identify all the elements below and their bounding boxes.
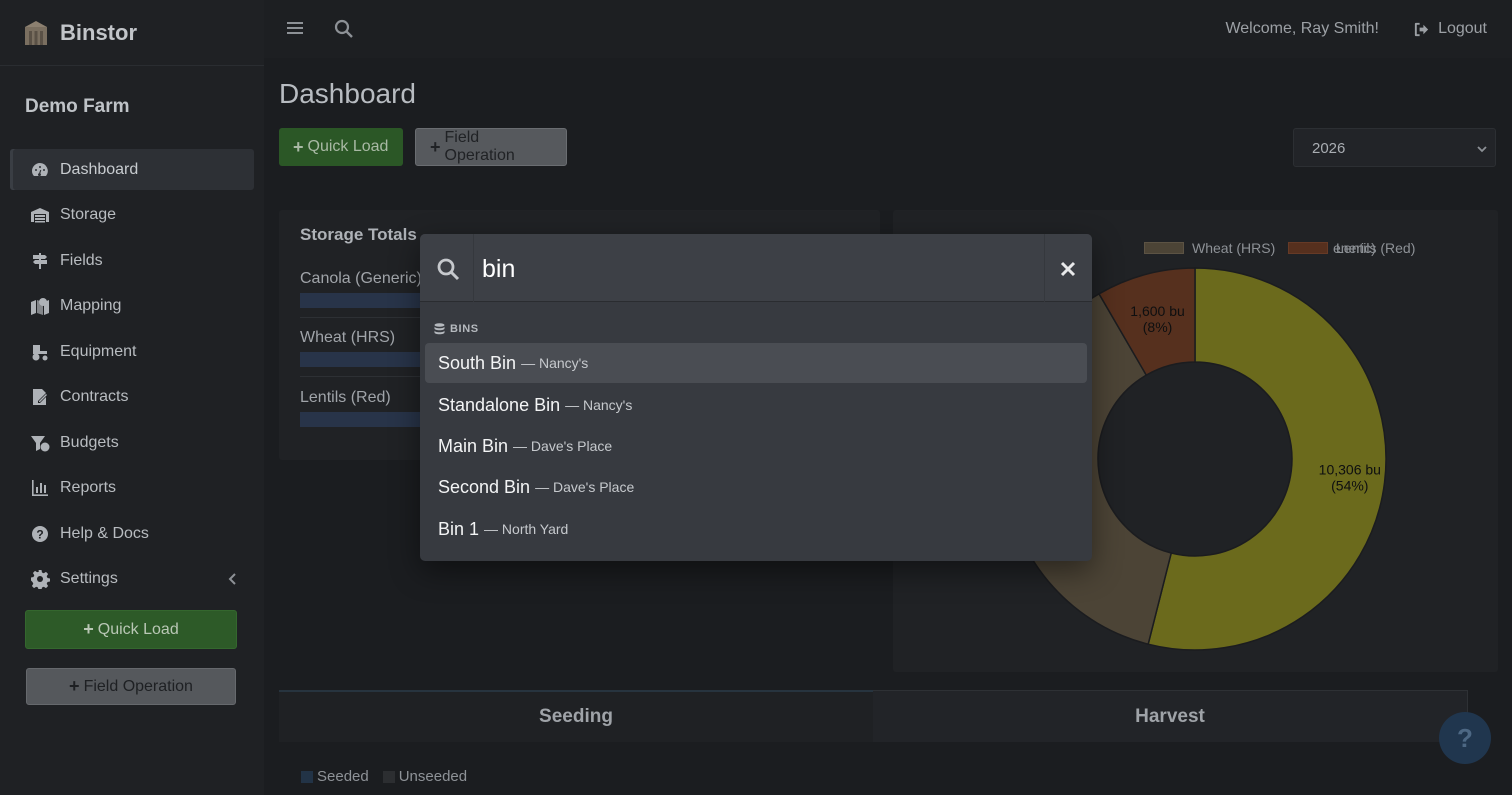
sidebar-item-budgets[interactable]: Budgets — [10, 422, 254, 463]
logout-label: Logout — [1438, 20, 1487, 37]
pie-data-label: 1,600 bu — [1130, 303, 1185, 319]
result-location: — Nancy's — [565, 397, 633, 413]
database-icon — [434, 323, 445, 335]
close-icon — [1060, 261, 1076, 277]
result-name: Second Bin — [438, 476, 531, 497]
result-location: — Nancy's — [521, 355, 589, 371]
result-name: South Bin — [438, 352, 517, 373]
sidebar-item-equipment[interactable]: Equipment — [10, 331, 254, 372]
result-name: Main Bin — [438, 435, 509, 456]
logout-link[interactable]: Logout — [1413, 20, 1487, 38]
sidebar-item-label: Mapping — [60, 297, 122, 314]
search-bar — [420, 234, 1092, 302]
result-location: — North Yard — [484, 521, 569, 537]
tab-seeding[interactable]: Seeding — [279, 690, 873, 742]
result-name: Bin 1 — [438, 518, 480, 539]
brand[interactable]: Binstor — [0, 0, 264, 66]
sidebar-item-label: Reports — [60, 479, 117, 496]
sidebar-item-help[interactable]: ? Help & Docs — [10, 513, 254, 554]
sidebar: Binstor Demo Farm Dashboard Storage Fiel… — [0, 0, 264, 795]
sidebar-item-dashboard[interactable]: Dashboard — [10, 149, 254, 190]
sidebar-item-fields[interactable]: Fields — [10, 240, 254, 281]
search-modal: BINS South Bin — Nancy's Standalone Bin … — [420, 234, 1092, 561]
sidebar-item-label: Budgets — [60, 433, 119, 451]
search-result-item[interactable]: Bin 1 — North Yard — [425, 509, 1087, 549]
contract-icon — [29, 386, 51, 408]
sidebar-item-storage[interactable]: Storage — [10, 195, 254, 236]
close-search-button[interactable] — [1055, 256, 1081, 282]
pie-data-label: 10,306 bu — [1319, 461, 1381, 477]
search-result-item[interactable]: South Bin — Nancy's — [425, 343, 1087, 383]
button-label: Field Operation — [83, 677, 193, 695]
hamburger-menu-icon[interactable] — [286, 19, 304, 37]
question-circle-icon: ? — [29, 523, 51, 545]
top-bar: Welcome, Ray Smith! Logout — [264, 0, 1512, 58]
plus-icon: + — [69, 676, 80, 696]
bar-chart-icon — [29, 477, 51, 499]
result-location: — Dave's Place — [513, 438, 613, 454]
divider — [1044, 234, 1045, 302]
coins-icon — [29, 432, 51, 454]
sidebar-item-mapping[interactable]: Mapping — [10, 286, 254, 327]
sidebar-nav: Dashboard Storage Fields Mapping Equipme… — [0, 149, 264, 600]
signpost-icon — [29, 250, 51, 272]
sidebar-item-label: Contracts — [60, 388, 129, 405]
search-icon[interactable] — [334, 19, 354, 39]
warehouse-icon — [29, 204, 51, 226]
search-result-item[interactable]: Main Bin — Dave's Place — [425, 426, 1087, 466]
brand-name: Binstor — [60, 19, 137, 45]
silo-logo-icon — [25, 20, 47, 45]
search-result-item[interactable]: Second Bin — Dave's Place — [425, 467, 1087, 507]
legend-swatch — [301, 770, 313, 783]
tractor-icon — [29, 341, 51, 363]
sidebar-item-label: Storage — [60, 206, 117, 223]
sidebar-item-settings[interactable]: Settings — [10, 559, 254, 600]
result-name: Standalone Bin — [438, 394, 561, 415]
button-label: Quick Load — [97, 620, 179, 638]
chevron-left-icon[interactable] — [226, 572, 240, 586]
results-section-header: BINS — [434, 323, 479, 335]
sidebar-item-label: Equipment — [60, 342, 137, 360]
divider — [473, 234, 474, 302]
pie-data-label: (8%) — [1143, 319, 1173, 335]
sign-out-icon — [1414, 22, 1429, 36]
seeding-legend: Seeded Unseeded — [301, 768, 467, 785]
map-marker-icon — [29, 295, 51, 317]
donut-hole — [1099, 363, 1291, 555]
section-label: BINS — [450, 323, 479, 335]
svg-text:?: ? — [36, 527, 43, 541]
sidebar-quick-load-button[interactable]: + Quick Load — [25, 610, 237, 649]
sidebar-item-reports[interactable]: Reports — [10, 468, 254, 509]
pie-data-label: (54%) — [1331, 477, 1368, 493]
sidebar-item-label: Settings — [60, 570, 118, 587]
gauge-icon — [29, 159, 51, 181]
result-location: — Dave's Place — [535, 479, 635, 495]
welcome-message: Welcome, Ray Smith! — [1225, 20, 1379, 37]
farm-name: Demo Farm — [25, 96, 130, 117]
help-button[interactable]: ? — [1439, 712, 1491, 764]
legend-label: Unseeded — [398, 768, 468, 785]
plus-icon: + — [83, 619, 94, 639]
search-result-item[interactable]: Standalone Bin — Nancy's — [425, 385, 1087, 425]
tab-bar: Seeding Harvest — [279, 690, 1468, 742]
sidebar-item-contracts[interactable]: Contracts — [10, 377, 254, 418]
tab-harvest[interactable]: Harvest — [873, 690, 1468, 742]
sidebar-item-label: Dashboard — [60, 160, 139, 178]
search-input[interactable] — [482, 251, 1032, 287]
sidebar-item-label: Help & Docs — [60, 524, 149, 542]
search-icon — [437, 258, 460, 281]
legend-label: Seeded — [317, 768, 369, 785]
sidebar-item-label: Fields — [60, 251, 103, 269]
legend-swatch — [382, 770, 395, 783]
sidebar-field-operation-button[interactable]: + Field Operation — [26, 668, 236, 705]
gear-icon — [29, 568, 51, 590]
